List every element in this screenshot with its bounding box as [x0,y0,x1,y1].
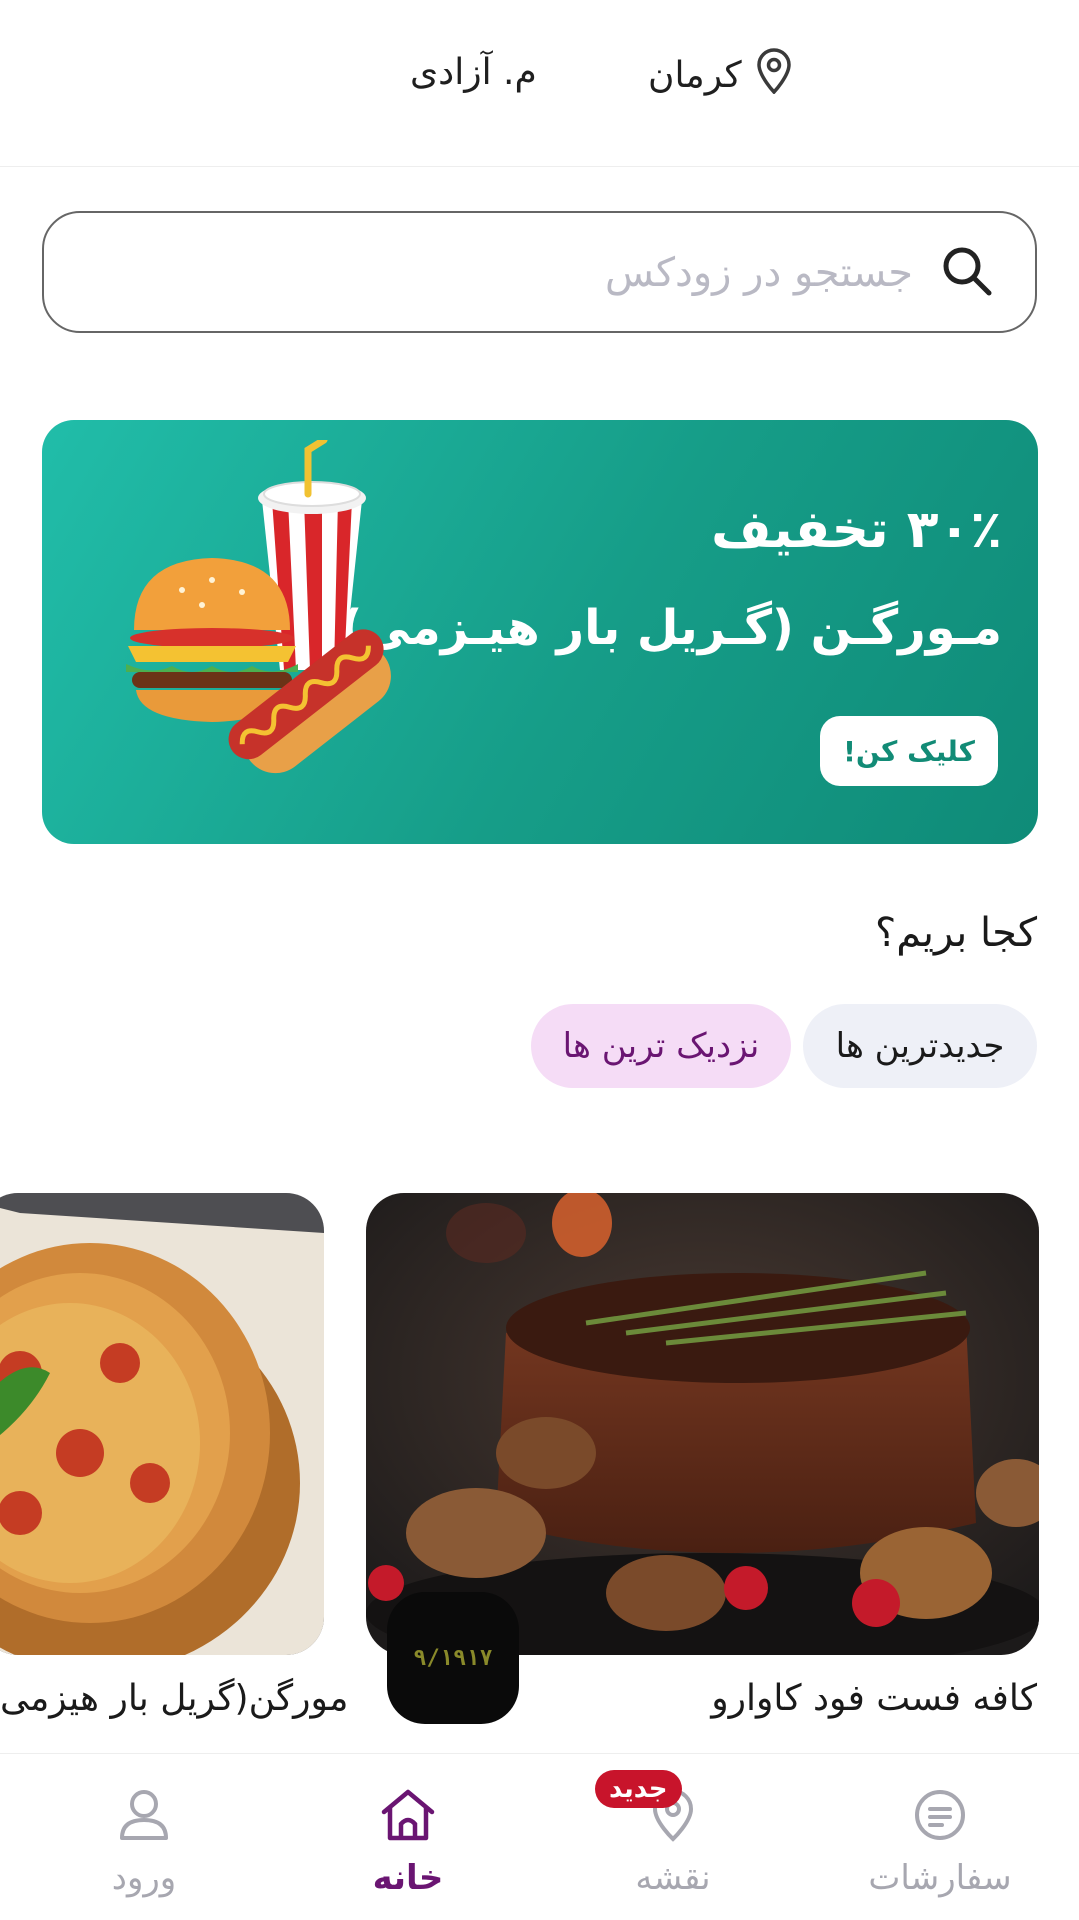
bottom-navigation: سفارشات نقشه جدید خانه ورود [0,1753,1079,1920]
home-icon [379,1786,437,1844]
section-title: کجا بریم؟ [875,910,1037,956]
new-badge: جدید [595,1770,682,1808]
search-input[interactable] [211,233,915,313]
filter-chip-nearest[interactable]: نزدیک ترین ها [531,1004,791,1088]
restaurant-name[interactable]: کافه فست فود کاوارو [711,1678,1037,1719]
orders-icon [913,1786,967,1844]
top-header: کرمان م. آزادی [0,0,1079,167]
location-selector[interactable]: کرمان [648,48,792,103]
search-icon[interactable] [939,243,995,303]
nav-map-label: نقشه [635,1858,711,1898]
banner-discount: ۳۰٪ تخفیف [711,500,1002,560]
nav-map[interactable]: نقشه جدید [573,1754,773,1920]
user-icon [118,1786,170,1844]
filter-chip-newest[interactable]: جدیدترین ها [803,1004,1037,1088]
area-label[interactable]: م. آزادی [410,52,537,93]
banner-cta-button[interactable]: کلیک کن! [820,716,998,786]
nav-orders-label: سفارشات [868,1858,1012,1898]
location-pin-icon [756,48,792,103]
promo-banner[interactable]: ۳۰٪ تخفیف مـورگـن (گـریل بار هیـزمی) کلی… [42,420,1038,844]
nav-orders[interactable]: سفارشات [840,1754,1040,1920]
nav-home[interactable]: خانه [308,1754,508,1920]
restaurant-card-image[interactable] [0,1193,324,1655]
restaurant-card-image[interactable] [366,1193,1039,1655]
search-bar[interactable] [42,211,1037,333]
fastfood-illustration [112,436,392,824]
restaurant-name[interactable]: مورگن(گریل بار هیزمی [0,1678,348,1719]
banner-title: مـورگـن (گـریل بار هیـزمی) [340,600,1002,656]
city-label: کرمان [648,55,742,96]
nav-home-label: خانه [372,1858,444,1898]
nav-login[interactable]: ورود [44,1754,244,1920]
nav-login-label: ورود [111,1858,177,1898]
restaurant-logo: ۹/۱۹۱۷ [387,1592,519,1724]
